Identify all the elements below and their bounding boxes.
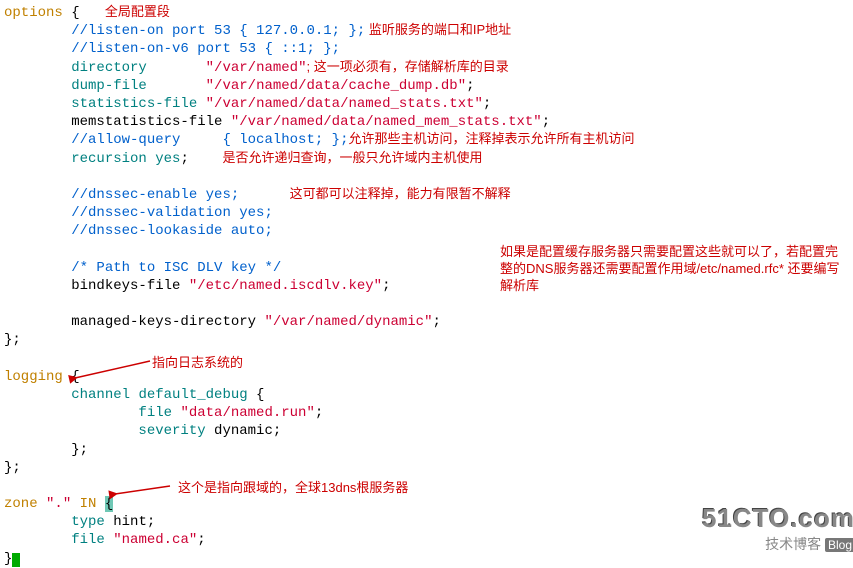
line-listenonv6: //listen-on-v6 port 53 { ::1; };	[4, 40, 853, 58]
watermark: 51CTO.com 技术博客 Blog	[702, 502, 853, 554]
line-chfile: file "data/named.run";	[4, 404, 853, 422]
line-channel: channel default_debug {	[4, 386, 853, 404]
line-statsfile: statistics-file "/var/named/data/named_s…	[4, 95, 853, 113]
line-dnssec-lookaside: //dnssec-lookaside auto;	[4, 222, 853, 240]
line-allowquery: //allow-query { localhost; };允许那些主机访问，注释…	[4, 131, 853, 149]
line-dnssec-enable: //dnssec-enable yes; 这可都可以注释掉，能力有限暂不解释	[4, 186, 853, 204]
line-logging: logging {	[4, 368, 853, 386]
terminal-cursor	[12, 553, 20, 567]
line-severity: severity dynamic;	[4, 422, 853, 440]
line-dnssec-validation: //dnssec-validation yes;	[4, 204, 853, 222]
line-mkd: managed-keys-directory "/var/named/dynam…	[4, 313, 853, 331]
line-recursion: recursion yes; 是否允许递归查询，一般只允许域内主机使用	[4, 150, 853, 168]
line-options: options { 全局配置段	[4, 4, 853, 22]
annotation-zone: 这个是指向跟域的，全球13dns根服务器	[178, 480, 408, 497]
line-directory: directory "/var/named"; 这一项必须有，存储解析库的目录	[4, 59, 853, 77]
line-memstats: memstatistics-file "/var/named/data/name…	[4, 113, 853, 131]
line-listenon: //listen-on port 53 { 127.0.0.1; }; 监听服务…	[4, 22, 853, 40]
line-dumpfile: dump-file "/var/named/data/cache_dump.db…	[4, 77, 853, 95]
annotation-side: 如果是配置缓存服务器只需要配置这些就可以了，若配置完整的DNS服务器还需要配置作…	[500, 244, 850, 295]
annotation-logging: 指向日志系统的	[152, 355, 243, 372]
